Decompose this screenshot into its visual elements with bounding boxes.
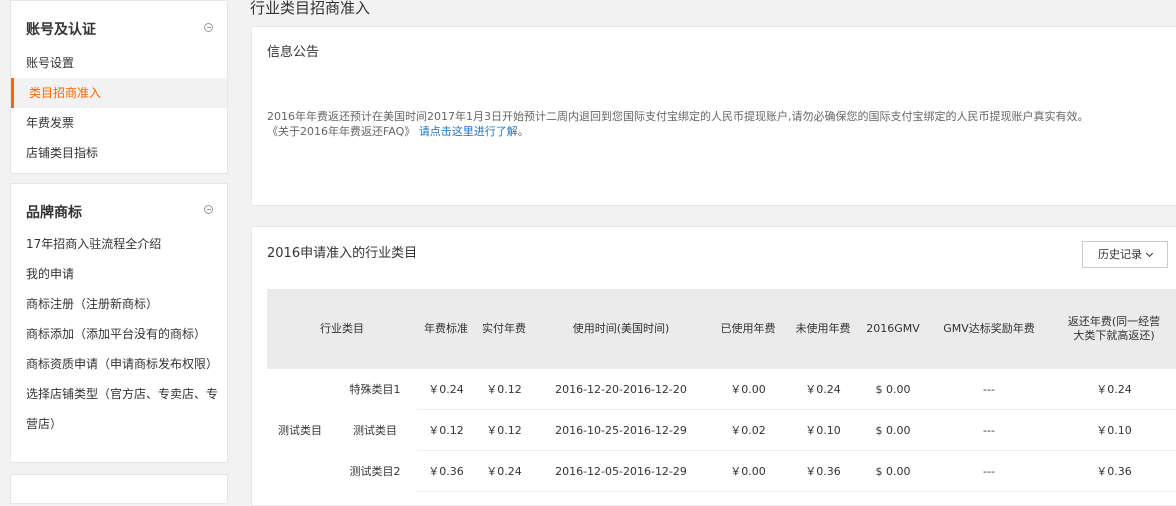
page-title: 行业类目招商准入 [250,0,371,17]
col-rebate-line: 返还年费(同一经营 [1067,315,1161,328]
category-group: 测试类目 [278,424,322,438]
category-cell: 测试类目2 [267,451,417,492]
notice-title: 信息公告 [267,45,320,60]
table-row: 测试类目 特殊类目1 ￥0.24 ￥0.12 2016-12-20-2016-1… [267,369,1176,437]
table-row: 测试类目 ￥0.12 ￥0.12 2016-10-25-2016-12-29 ￥… [267,409,1176,451]
used-fee: ￥0.00 [709,369,787,410]
sidebar-item-my-applications[interactable]: 我的申请 [11,259,227,289]
sidebar-item-category-access[interactable]: 类目招商准入 [11,78,227,108]
categories-table: 行业类目 年费标准 实付年费 使用时间(美国时间) 已使用年费 未使用年费 20… [267,289,1176,492]
sidebar-item-store-type-cont[interactable]: 营店） [11,409,227,439]
subcategory: 测试类目 [353,424,397,437]
sidebar-item-store-category-metrics[interactable]: 店铺类目指标 [11,138,227,168]
sidebar-section-more [10,474,228,504]
col-gmv: 2016GMV [859,289,927,369]
col-paid-fee: 实付年费 [475,289,533,369]
usage-time: 2016-12-05-2016-12-29 [533,450,709,492]
sidebar-item-store-type[interactable]: 选择店铺类型（官方店、专卖店、专 [11,379,227,409]
gmv-reward: --- [927,409,1051,451]
collapse-icon[interactable] [204,205,213,214]
notice-line: 《关于2016年年费返还FAQ》 请点击这里进行了解。 [267,124,1167,139]
used-fee: ￥0.02 [709,409,787,451]
paid-fee: ￥0.24 [475,450,533,492]
col-usage-time: 使用时间(美国时间) [533,289,709,369]
unused-fee: ￥0.36 [787,450,859,492]
notice-panel: 信息公告 2016年年费返还预计在美国时间2017年1月3日开始预计二周内退回到… [251,26,1176,206]
sidebar-section-title: 账号及认证 [26,22,96,38]
sidebar-item-onboarding-guide[interactable]: 17年招商入驻流程全介绍 [11,229,227,259]
usage-time: 2016-12-20-2016-12-20 [533,369,709,410]
categories-title: 2016申请准入的行业类目 [267,246,418,261]
col-used-fee: 已使用年费 [709,289,787,369]
sidebar-section-title: 品牌商标 [26,205,82,221]
faq-link[interactable]: 请点击这里进行了解 [419,125,518,138]
col-rebate-line: 大类下就高返还) [1073,329,1155,342]
category-cell: 测试类目 特殊类目1 [267,369,417,437]
unused-fee: ￥0.10 [787,409,859,451]
gmv-reward: --- [927,450,1051,492]
sidebar-item-trademark-qualification[interactable]: 商标资质申请（申请商标发布权限） [11,349,227,379]
col-unused-fee: 未使用年费 [787,289,859,369]
notice-suffix: 。 [517,125,529,138]
unused-fee: ￥0.24 [787,369,859,410]
sidebar-item-annual-fee-invoice[interactable]: 年费发票 [11,108,227,138]
gmv: $ 0.00 [859,409,927,451]
notice-content: 2016年年费返还预计在美国时间2017年1月3日开始预计二周内退回到您国际支付… [267,109,1167,139]
standard-fee: ￥0.24 [417,369,475,410]
rebate: ￥0.10 [1051,409,1176,451]
sidebar-item-trademark-add[interactable]: 商标添加（添加平台没有的商标） [11,319,227,349]
sidebar-item-account-settings[interactable]: 账号设置 [11,48,227,78]
subcategory: 测试类目2 [349,465,401,478]
col-standard-fee: 年费标准 [417,289,475,369]
paid-fee: ￥0.12 [475,409,533,451]
paid-fee: ￥0.12 [475,369,533,410]
usage-time: 2016-10-25-2016-12-29 [533,409,709,451]
rebate: ￥0.24 [1051,369,1176,410]
table-header-row: 行业类目 年费标准 实付年费 使用时间(美国时间) 已使用年费 未使用年费 20… [267,289,1176,369]
sidebar-section-brand: 品牌商标 17年招商入驻流程全介绍 我的申请 商标注册（注册新商标） 商标添加（… [10,183,228,463]
col-category: 行业类目 [267,289,417,369]
used-fee: ￥0.00 [709,450,787,492]
faq-title: 《关于2016年年费返还FAQ》 [267,125,416,138]
chevron-down-icon [1145,249,1154,258]
table-row: 测试类目2 ￥0.36 ￥0.24 2016-12-05-2016-12-29 … [267,450,1176,492]
rebate: ￥0.36 [1051,450,1176,492]
history-dropdown[interactable]: 历史记录 [1082,241,1168,268]
standard-fee: ￥0.12 [417,409,475,451]
col-gmv-reward: GMV达标奖励年费 [927,289,1051,369]
collapse-icon[interactable] [204,23,213,32]
standard-fee: ￥0.36 [417,450,475,492]
categories-panel: 2016申请准入的行业类目 历史记录 行业类目 年费标准 实付年费 使用时间(美… [251,226,1176,506]
gmv: $ 0.00 [859,450,927,492]
notice-line: 2016年年费返还预计在美国时间2017年1月3日开始预计二周内退回到您国际支付… [267,110,1089,123]
sidebar-section-account: 账号及认证 账号设置 类目招商准入 年费发票 店铺类目指标 [10,0,228,174]
col-rebate: 返还年费(同一经营 大类下就高返还) [1051,289,1176,369]
history-label: 历史记录 [1098,248,1142,261]
sidebar-item-trademark-register[interactable]: 商标注册（注册新商标） [11,289,227,319]
gmv: $ 0.00 [859,369,927,410]
gmv-reward: --- [927,369,1051,410]
subcategory: 特殊类目1 [349,383,401,397]
